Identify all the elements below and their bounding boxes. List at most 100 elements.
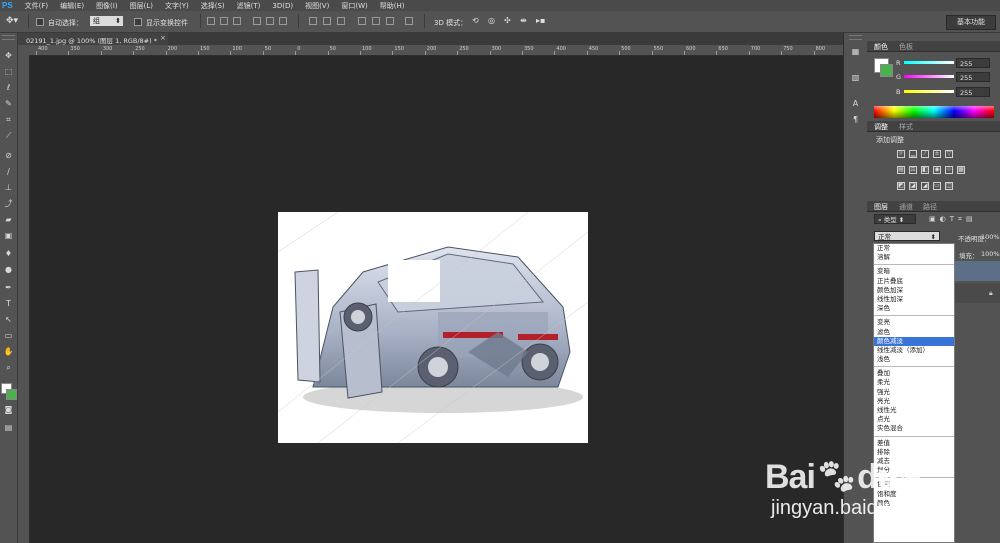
blend-mode-option[interactable]: 颜色减淡	[874, 336, 954, 346]
show-transform-checkbox[interactable]	[134, 18, 142, 26]
gradient-map-icon[interactable]: ▭	[933, 182, 941, 190]
marquee-icon[interactable]: ⬚	[3, 67, 14, 77]
menu-3d[interactable]: 3D(D)	[266, 2, 299, 10]
3d-pan-icon[interactable]: ✣	[504, 16, 511, 25]
healing-icon[interactable]: ⊘	[3, 151, 14, 161]
dodge-icon[interactable]: ●	[3, 265, 14, 275]
path-select-icon[interactable]: ↖	[3, 315, 14, 325]
blend-mode-option[interactable]: 浅色	[874, 355, 954, 364]
fill-value[interactable]: 100%	[981, 250, 1000, 258]
blend-mode-option[interactable]: 线性减淡（添加）	[874, 346, 954, 355]
menu-image[interactable]: 图像(I)	[90, 1, 124, 11]
menu-file[interactable]: 文件(F)	[19, 1, 55, 11]
crop-icon[interactable]: ⌗	[3, 115, 14, 125]
blend-mode-option[interactable]: 亮光	[874, 397, 954, 406]
blend-mode-option[interactable]: 差值	[874, 439, 954, 448]
gradient-icon[interactable]: ▣	[3, 231, 14, 241]
horizontal-ruler[interactable]: 400 350 300 250 200 150 100 50 0 50 100 150 200 250 30…	[30, 45, 843, 56]
blend-mode-option[interactable]: 溶解	[874, 253, 954, 262]
menu-view[interactable]: 视图(V)	[299, 1, 335, 11]
3d-rotate-icon[interactable]: ⟲	[472, 16, 479, 25]
blend-mode-option[interactable]: 变暗	[874, 267, 954, 276]
blend-mode-option[interactable]: 深色	[874, 304, 954, 313]
history-brush-icon[interactable]: ⤴	[3, 199, 14, 209]
document-tab[interactable]: 02191_1.jpg @ 100% (图层 1, RGB/8#) * ×	[18, 33, 169, 45]
align-right-icon[interactable]	[279, 17, 287, 25]
blend-mode-option[interactable]: 点光	[874, 415, 954, 424]
tab-color[interactable]: 颜色	[874, 42, 888, 52]
channel-mixer-icon[interactable]: ♲	[945, 166, 953, 174]
lasso-icon[interactable]: ℓ	[3, 83, 14, 93]
tab-channels[interactable]: 通道	[899, 202, 913, 212]
blend-mode-option[interactable]: 滤色	[874, 328, 954, 337]
color-balance-icon[interactable]: ⚖	[909, 166, 917, 174]
levels-icon[interactable]: ▁	[909, 150, 917, 158]
blend-mode-option[interactable]: 强光	[874, 388, 954, 397]
stamp-icon[interactable]: ⊥	[3, 183, 14, 193]
align-hcenter-icon[interactable]	[266, 17, 274, 25]
move-icon[interactable]: ✥	[3, 51, 14, 61]
menu-window[interactable]: 窗口(W)	[335, 1, 373, 11]
blend-mode-option[interactable]: 正常	[874, 244, 954, 253]
distribute-vcenter-icon[interactable]	[323, 17, 331, 25]
auto-select-dropdown[interactable]: 组 ⬍	[90, 16, 123, 26]
distribute-hcenter-icon[interactable]	[372, 17, 380, 25]
layer-filter-icons[interactable]: ▣◐T⌗▤	[929, 215, 995, 224]
3d-scale-icon[interactable]: ▸▪	[536, 16, 545, 25]
distribute-left-icon[interactable]	[358, 17, 366, 25]
pen-icon[interactable]: ✒	[3, 283, 14, 293]
g-slider[interactable]	[904, 75, 954, 78]
blend-mode-option[interactable]: 柔光	[874, 378, 954, 387]
hue-saturation-icon[interactable]: ▤	[897, 166, 905, 174]
vertical-ruler[interactable]	[18, 55, 30, 543]
menu-select[interactable]: 选择(S)	[195, 1, 231, 11]
3d-roll-icon[interactable]: ◎	[488, 16, 495, 25]
menu-layer[interactable]: 图层(L)	[124, 1, 159, 11]
auto-align-icon[interactable]	[405, 17, 413, 25]
align-top-icon[interactable]	[207, 17, 215, 25]
brightness-icon[interactable]: ☼	[897, 150, 905, 158]
blend-mode-option[interactable]: 线性加深	[874, 295, 954, 304]
menu-filter[interactable]: 滤镜(T)	[231, 1, 267, 11]
history-panel-icon[interactable]: ▦	[850, 47, 861, 57]
invert-icon[interactable]: ◩	[897, 182, 905, 190]
blend-mode-option[interactable]: 正片叠底	[874, 277, 954, 286]
align-bottom-icon[interactable]	[233, 17, 241, 25]
tab-adjustments[interactable]: 调整	[874, 122, 888, 132]
bg-color-chip[interactable]	[880, 64, 893, 77]
menu-help[interactable]: 帮助(H)	[374, 1, 411, 11]
blend-mode-option[interactable]: 实色混合	[874, 424, 954, 433]
3d-slide-icon[interactable]: ⇼	[520, 16, 527, 25]
vibrance-icon[interactable]: ▽	[945, 150, 953, 158]
selective-color-icon[interactable]: ◫	[945, 182, 953, 190]
blend-mode-option[interactable]: 颜色加深	[874, 286, 954, 295]
screen-mode-icon[interactable]: ▤	[3, 423, 14, 433]
exposure-icon[interactable]: ±	[933, 150, 941, 158]
tab-styles[interactable]: 样式	[899, 122, 913, 132]
character-panel-icon[interactable]: A	[850, 99, 861, 109]
photo-filter-icon[interactable]: ◉	[933, 166, 941, 174]
brush-icon[interactable]: ∕	[3, 167, 14, 177]
quick-select-icon[interactable]: ✎	[3, 99, 14, 109]
properties-panel-icon[interactable]: ▧	[850, 73, 861, 83]
blend-mode-option[interactable]: 线性光	[874, 406, 954, 415]
blend-mode-option[interactable]: 排除	[874, 448, 954, 457]
color-spectrum-bar[interactable]	[874, 106, 994, 118]
close-icon[interactable]: ×	[160, 34, 166, 42]
quick-mask-icon[interactable]: ◙	[3, 405, 14, 415]
menu-type[interactable]: 文字(Y)	[159, 1, 195, 11]
black-white-icon[interactable]: ◧	[921, 166, 929, 174]
threshold-icon[interactable]: ◢	[921, 182, 929, 190]
distribute-right-icon[interactable]	[386, 17, 394, 25]
menu-edit[interactable]: 编辑(E)	[54, 1, 90, 11]
opacity-value[interactable]: 100%	[981, 233, 1000, 241]
auto-select-checkbox[interactable]	[36, 18, 44, 26]
distribute-top-icon[interactable]	[309, 17, 317, 25]
layer-filter-dropdown[interactable]: ⌕ 类型 ⬍	[874, 214, 916, 224]
tab-layers[interactable]: 图层	[874, 202, 888, 212]
blur-icon[interactable]: ♦	[3, 249, 14, 259]
move-tool-preset-icon[interactable]: ✥▾	[6, 16, 18, 26]
hand-icon[interactable]: ✋	[3, 347, 14, 357]
workspace-switcher-button[interactable]: 基本功能	[946, 15, 996, 30]
r-value-field[interactable]: 255	[956, 58, 990, 68]
